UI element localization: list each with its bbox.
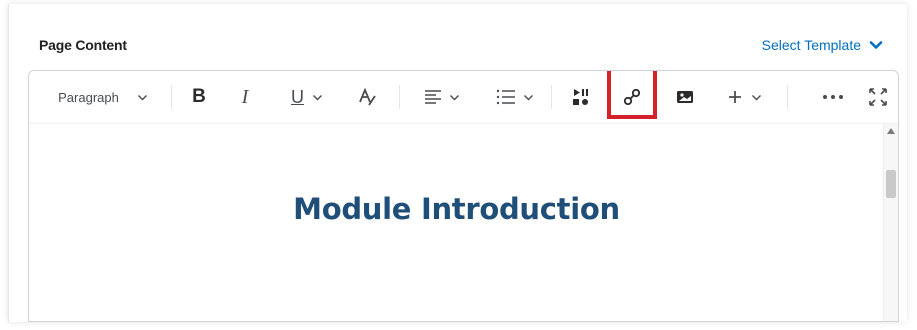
chevron-down-icon: [449, 94, 459, 100]
module-heading: Module Introduction: [293, 192, 620, 226]
italic-icon: I: [241, 85, 249, 108]
chevron-down-icon: [869, 41, 883, 49]
chevron-down-icon: [751, 94, 761, 100]
bold-button[interactable]: B: [183, 71, 215, 123]
list-button[interactable]: [487, 71, 541, 123]
editor-toolbar: Paragraph B I U: [29, 71, 898, 124]
ellipsis-icon: [823, 95, 843, 99]
chevron-down-icon: [313, 94, 322, 100]
toolbar-divider: [787, 85, 788, 109]
underline-icon: U: [291, 86, 304, 107]
chevron-down-icon: [137, 94, 147, 100]
text-style-icon: [359, 87, 376, 106]
rich-text-editor[interactable]: Paragraph B I U Module Introduction: [28, 70, 899, 322]
select-template-label: Select Template: [761, 37, 861, 53]
more-options-button[interactable]: [815, 71, 851, 123]
underline-button[interactable]: U: [281, 71, 333, 123]
editor-scrollbar[interactable]: [883, 124, 898, 321]
bold-icon: B: [192, 86, 206, 107]
scrollbar-thumb[interactable]: [886, 170, 896, 198]
bullet-list-icon: [496, 89, 515, 105]
toolbar-divider: [399, 85, 400, 109]
select-template-button[interactable]: Select Template: [762, 37, 883, 53]
italic-button[interactable]: I: [229, 71, 261, 123]
alignment-button[interactable]: [415, 71, 467, 123]
editor-content-area[interactable]: Module Introduction: [29, 124, 884, 321]
insert-stuff-icon: [573, 89, 588, 105]
insert-more-button[interactable]: [721, 71, 767, 123]
insert-image-button[interactable]: [669, 71, 701, 123]
text-style-button[interactable]: [351, 71, 383, 123]
link-button-highlight: [607, 71, 657, 119]
page-content-label: Page Content: [39, 37, 127, 53]
image-icon: [677, 91, 693, 103]
insert-stuff-button[interactable]: [565, 71, 597, 123]
scroll-up-arrow-icon[interactable]: [887, 128, 895, 134]
align-left-icon: [424, 90, 441, 104]
toolbar-divider: [171, 85, 172, 109]
plus-icon: [728, 91, 741, 103]
fullscreen-button[interactable]: [863, 71, 893, 123]
format-select[interactable]: Paragraph: [43, 71, 163, 123]
format-select-value: Paragraph: [58, 89, 119, 105]
chevron-down-icon: [523, 94, 533, 100]
fullscreen-icon: [869, 88, 887, 106]
toolbar-divider: [551, 85, 552, 109]
